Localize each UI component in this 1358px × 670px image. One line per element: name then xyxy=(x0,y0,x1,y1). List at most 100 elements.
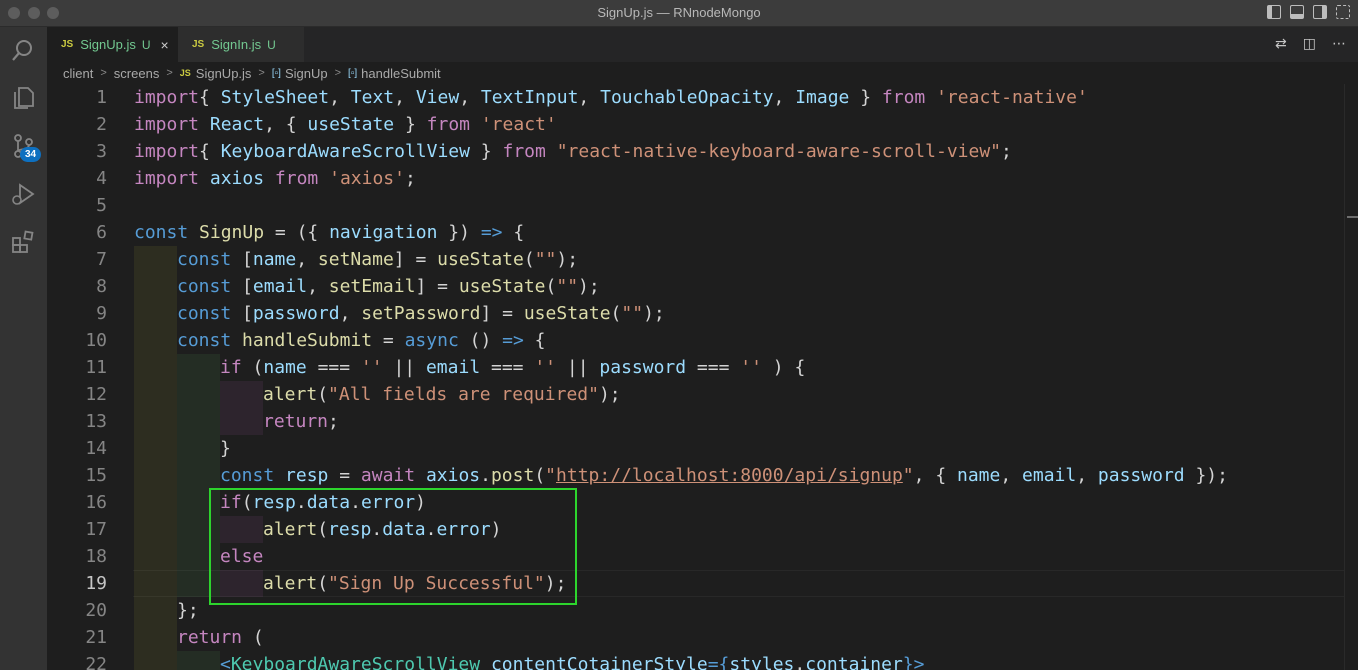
code-line[interactable]: 1 import{ StyleSheet, Text, View, TextInp… xyxy=(47,84,1347,111)
code-line[interactable]: 20}; xyxy=(47,597,1347,624)
code-token: , xyxy=(578,87,601,108)
code-token: error xyxy=(436,519,491,540)
code-token: from xyxy=(426,114,470,135)
code-line[interactable]: 8 const [email, setEmail] = useState(""); xyxy=(47,273,1347,300)
code-token: [ xyxy=(231,276,253,297)
code-token: name xyxy=(252,249,297,270)
code-line[interactable]: 9 const [password, setPassword] = useStat… xyxy=(47,300,1347,327)
code-line[interactable]: 15 const resp = await axios.post("http://… xyxy=(47,462,1347,489)
code-text: const [password, setPassword] = useState… xyxy=(177,300,665,327)
code-token: , xyxy=(329,87,351,108)
breadcrumb-item-signup[interactable]: SignUp xyxy=(285,66,328,81)
code-line[interactable]: 17 alert(resp.data.error) xyxy=(47,516,1347,543)
breadcrumb-item-file[interactable]: SignUp.js xyxy=(196,66,252,81)
code-token: resp xyxy=(285,465,329,486)
breadcrumb-item-handlesubmit[interactable]: handleSubmit xyxy=(361,66,441,81)
customize-layout-icon[interactable] xyxy=(1336,5,1350,19)
code-token: "" xyxy=(556,276,579,297)
toggle-secondary-sidebar-icon[interactable] xyxy=(1313,5,1327,19)
code-token: post xyxy=(490,465,535,486)
code-text: if (name === '' || email === '' || passw… xyxy=(220,354,805,381)
extensions-icon[interactable] xyxy=(10,229,36,255)
code-editor[interactable]: 1 import{ StyleSheet, Text, View, TextInp… xyxy=(47,84,1358,670)
code-line[interactable]: 16 if(resp.data.error) xyxy=(47,489,1347,516)
code-token: return xyxy=(263,411,329,432)
code-token: { xyxy=(199,141,221,162)
tab-label: SignIn.js xyxy=(211,37,262,52)
javascript-file-icon: JS xyxy=(179,68,191,78)
code-token: } xyxy=(220,438,231,459)
split-editor-icon[interactable]: ◫ xyxy=(1303,36,1316,52)
code-token: , xyxy=(307,276,329,297)
more-actions-icon[interactable]: ⋯ xyxy=(1332,36,1346,52)
code-token: const xyxy=(220,465,275,486)
code-token: import xyxy=(134,168,200,189)
code-line[interactable]: 7 const [name, setName] = useState(""); xyxy=(47,246,1347,273)
indent-guide xyxy=(134,246,177,273)
code-token: } xyxy=(849,87,882,108)
code-token: KeyboardAwareScrollView xyxy=(220,141,470,162)
code-line[interactable]: 6 const SignUp = ({ navigation }) => { xyxy=(47,219,1347,246)
code-token: , { xyxy=(913,465,957,486)
code-token: 'react' xyxy=(480,114,557,135)
indent-guide xyxy=(134,354,177,381)
search-icon[interactable] xyxy=(10,37,36,63)
open-changes-icon[interactable]: ⇄ xyxy=(1275,36,1287,52)
code-token: } xyxy=(469,141,503,162)
tab-signup-js[interactable]: JS SignUp.js U × xyxy=(47,27,178,62)
code-line[interactable]: 14} xyxy=(47,435,1347,462)
code-token: const xyxy=(177,276,232,297)
code-line[interactable]: 12 alert("All fields are required"); xyxy=(47,381,1347,408)
code-token: password xyxy=(599,357,687,378)
javascript-file-icon: JS xyxy=(192,39,205,50)
code-line[interactable]: 5 xyxy=(47,192,1347,219)
code-line[interactable]: 21 return ( xyxy=(47,624,1347,651)
code-token: '' xyxy=(360,357,383,378)
toggle-panel-icon[interactable] xyxy=(1290,5,1304,19)
explorer-icon[interactable] xyxy=(10,85,36,111)
code-line[interactable]: 11 if (name === '' || email === '' || pas… xyxy=(47,354,1347,381)
indent-guide xyxy=(177,408,220,435)
line-number: 10 xyxy=(85,330,107,351)
code-token: { xyxy=(502,222,525,243)
indent-guide xyxy=(220,516,263,543)
tab-signin-js[interactable]: JS SignIn.js U xyxy=(178,27,304,62)
code-token: ); xyxy=(643,303,665,324)
code-token: ( xyxy=(317,519,329,540)
code-token: from xyxy=(274,168,319,189)
code-line[interactable]: 3 import{ KeyboardAwareScrollView } from … xyxy=(47,138,1347,165)
breadcrumb-item-client[interactable]: client xyxy=(63,66,93,81)
indent-guide xyxy=(177,435,220,462)
code-line[interactable]: 18 else xyxy=(47,543,1347,570)
code-token: ( xyxy=(317,573,329,594)
breadcrumb-item-screens[interactable]: screens xyxy=(114,66,160,81)
code-token: http://localhost:8000/api/signup xyxy=(556,465,903,486)
run-debug-icon[interactable] xyxy=(10,181,36,207)
code-line[interactable]: 2 import React, { useState } from 'react' xyxy=(47,111,1347,138)
code-token: [ xyxy=(231,303,253,324)
chevron-right-icon: > xyxy=(100,67,107,79)
close-icon[interactable]: × xyxy=(161,37,169,53)
code-line[interactable]: 22 <KeyboardAwareScrollView contentCotain… xyxy=(47,651,1347,670)
code-token: email xyxy=(1022,465,1077,486)
indent-guide xyxy=(220,381,263,408)
toggle-primary-sidebar-icon[interactable] xyxy=(1267,5,1281,19)
code-token: axios xyxy=(425,465,481,486)
code-line[interactable]: 13 return; xyxy=(47,408,1347,435)
code-text: import React, { useState } from 'react' xyxy=(134,111,557,138)
code-token: async xyxy=(404,330,459,351)
vertical-scrollbar[interactable] xyxy=(1344,84,1358,670)
indent-guide xyxy=(177,543,220,570)
code-token: ; xyxy=(328,411,339,432)
code-token: 'axios' xyxy=(329,168,405,189)
code-line[interactable]: 4 import axios from 'axios'; xyxy=(47,165,1347,192)
code-line[interactable]: 19 alert("Sign Up Successful"); xyxy=(47,570,1347,597)
code-token: else xyxy=(220,546,264,567)
code-line[interactable]: 10 const handleSubmit = async () => { xyxy=(47,327,1347,354)
code-token: ) { xyxy=(761,357,806,378)
indent-guide xyxy=(177,462,220,489)
code-token: if xyxy=(220,357,242,378)
